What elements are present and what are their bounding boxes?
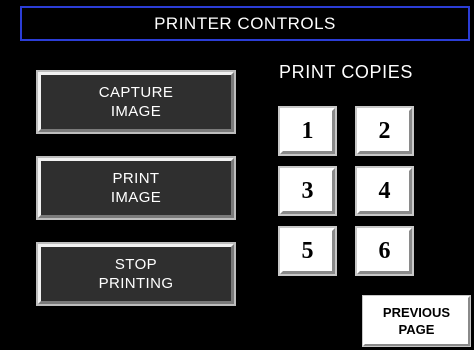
stop-printing-button[interactable]: STOP PRINTING [36, 242, 236, 306]
copies-6-button[interactable]: 6 [355, 226, 414, 276]
print-image-button[interactable]: PRINT IMAGE [36, 156, 236, 220]
copies-4-button[interactable]: 4 [355, 166, 414, 216]
previous-page-button[interactable]: PREVIOUS PAGE [362, 295, 471, 347]
print-copies-label: PRINT COPIES [279, 62, 413, 82]
copies-1-label: 1 [301, 117, 314, 144]
page-title: PRINTER CONTROLS [154, 13, 336, 33]
copies-2-button[interactable]: 2 [355, 106, 414, 156]
stop-printing-button-label: STOP PRINTING [98, 256, 174, 292]
title-bar: PRINTER CONTROLS [20, 6, 470, 41]
copies-3-button[interactable]: 3 [278, 166, 337, 216]
copies-4-label: 4 [378, 177, 391, 204]
capture-image-button-label: CAPTURE IMAGE [98, 84, 174, 120]
copies-6-label: 6 [378, 237, 391, 264]
previous-page-button-label: PREVIOUS PAGE [382, 305, 451, 337]
copies-5-button[interactable]: 5 [278, 226, 337, 276]
copies-3-label: 3 [301, 177, 314, 204]
copies-5-label: 5 [301, 237, 314, 264]
copies-1-button[interactable]: 1 [278, 106, 337, 156]
print-image-button-label: PRINT IMAGE [110, 170, 162, 206]
capture-image-button[interactable]: CAPTURE IMAGE [36, 70, 236, 134]
copies-2-label: 2 [378, 117, 391, 144]
